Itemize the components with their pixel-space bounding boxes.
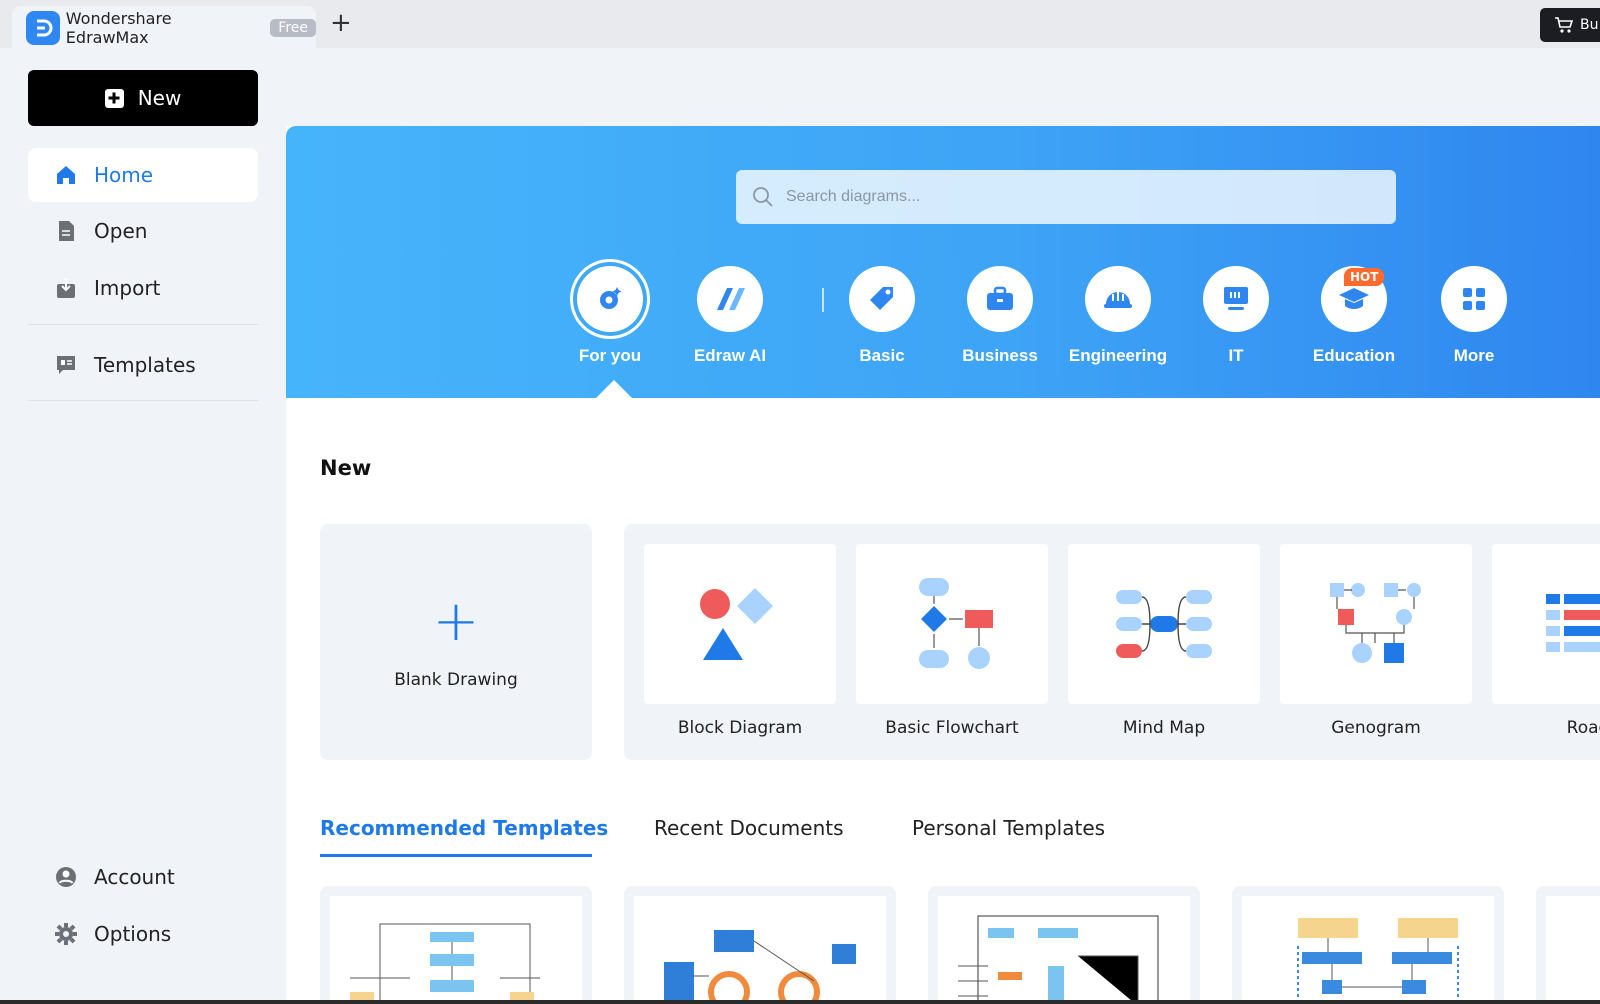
briefcase-icon	[967, 266, 1033, 332]
sidebar-item-open[interactable]: Open	[28, 204, 258, 258]
diagram-card-basic-flowchart[interactable]: Basic Flowchart	[856, 544, 1048, 738]
sidebar-item-account[interactable]: Account	[28, 850, 258, 904]
edrawmax-logo-icon	[26, 11, 60, 45]
new-button-label: New	[137, 86, 182, 110]
mind-map-thumbnail	[1068, 544, 1260, 704]
sidebar-item-label: Options	[94, 922, 172, 946]
account-icon	[56, 867, 76, 887]
plan-badge: Free	[270, 19, 316, 37]
sidebar-item-label: Home	[94, 163, 154, 187]
tag-icon	[849, 266, 915, 332]
sidebar-item-options[interactable]: Options	[28, 907, 258, 961]
category-for-you[interactable]: For you	[550, 266, 670, 366]
title-bar: Wondershare EdrawMax Free + Bu	[0, 0, 1600, 50]
import-icon	[57, 279, 75, 298]
sidebar-item-label: Import	[94, 276, 161, 300]
monitor-icon	[1203, 266, 1269, 332]
template-card[interactable]	[1232, 886, 1504, 1004]
sidebar-divider	[28, 400, 258, 401]
diagram-type-list: Block Diagram Basic Flowchart Mind Map G…	[624, 524, 1600, 760]
sidebar-item-label: Account	[94, 865, 175, 889]
plus-icon: +	[432, 589, 480, 654]
diagram-card-roadmap[interactable]: Road	[1492, 544, 1600, 738]
template-card[interactable]	[320, 886, 592, 1004]
category-edraw-ai[interactable]: Edraw AI	[670, 266, 790, 366]
tab-recommended-templates[interactable]: Recommended Templates	[320, 816, 608, 840]
blank-drawing-card[interactable]: + Blank Drawing	[320, 524, 592, 760]
plus-icon	[104, 88, 124, 108]
category-business[interactable]: Business	[940, 266, 1060, 366]
category-more[interactable]: More	[1414, 266, 1534, 366]
new-button[interactable]: New	[28, 70, 258, 126]
ai-icon	[697, 266, 763, 332]
template-thumbnail	[938, 896, 1190, 1004]
template-card[interactable]	[1536, 886, 1600, 1004]
tab-personal-templates[interactable]: Personal Templates	[912, 816, 1105, 840]
sidebar-item-home[interactable]: Home	[28, 148, 258, 202]
search-input[interactable]	[786, 188, 1366, 206]
helmet-icon	[1085, 266, 1151, 332]
sidebar-item-label: Open	[94, 219, 148, 243]
block-diagram-thumbnail	[644, 544, 836, 704]
template-thumbnail	[1546, 896, 1600, 1004]
template-thumbnail	[330, 896, 582, 1004]
template-thumbnail	[634, 896, 886, 1004]
tab-recent-documents[interactable]: Recent Documents	[654, 816, 844, 840]
cart-icon	[1555, 17, 1574, 33]
genogram-thumbnail	[1280, 544, 1472, 704]
sidebar-item-templates[interactable]: Templates	[28, 338, 258, 392]
buy-button[interactable]: Bu	[1540, 8, 1600, 42]
category-engineering[interactable]: Engineering	[1058, 266, 1178, 366]
blank-drawing-label: Blank Drawing	[394, 670, 518, 690]
app-name: Wondershare EdrawMax	[65, 9, 172, 47]
buy-label: Bu	[1580, 17, 1599, 33]
search-icon	[753, 187, 773, 207]
sparkle-gear-icon	[577, 266, 643, 332]
grid-icon	[1441, 266, 1507, 332]
active-tab-underline	[320, 854, 592, 857]
templates-icon	[57, 356, 75, 374]
roadmap-thumbnail	[1492, 544, 1600, 704]
category-banner: For you Edraw AI Basic Business Enginee	[286, 126, 1600, 398]
app-tab[interactable]: Wondershare EdrawMax Free	[12, 6, 316, 50]
diagram-card-mind-map[interactable]: Mind Map	[1068, 544, 1260, 738]
active-category-pointer	[596, 380, 632, 398]
category-basic[interactable]: Basic	[822, 266, 942, 366]
template-card[interactable]	[928, 886, 1200, 1004]
template-card[interactable]	[624, 886, 896, 1004]
flowchart-thumbnail	[856, 544, 1048, 704]
diagram-card-genogram[interactable]: Genogram	[1280, 544, 1472, 738]
category-it[interactable]: IT	[1176, 266, 1296, 366]
sidebar-item-label: Templates	[94, 353, 196, 377]
hot-badge: HOT	[1344, 268, 1385, 286]
search-bar[interactable]	[736, 170, 1396, 224]
gear-icon	[55, 923, 77, 945]
new-section-title: New	[320, 456, 372, 480]
template-thumbnail	[1242, 896, 1494, 1004]
diagram-card-block-diagram[interactable]: Block Diagram	[644, 544, 836, 738]
sidebar-item-import[interactable]: Import	[28, 261, 258, 315]
add-tab-button[interactable]: +	[330, 10, 352, 36]
file-icon	[59, 221, 74, 241]
sidebar: New Home Open Import Templates Account O…	[0, 48, 286, 1004]
sidebar-divider	[28, 324, 258, 325]
main-content: For you Edraw AI Basic Business Enginee	[286, 48, 1600, 1004]
home-icon	[57, 166, 75, 184]
